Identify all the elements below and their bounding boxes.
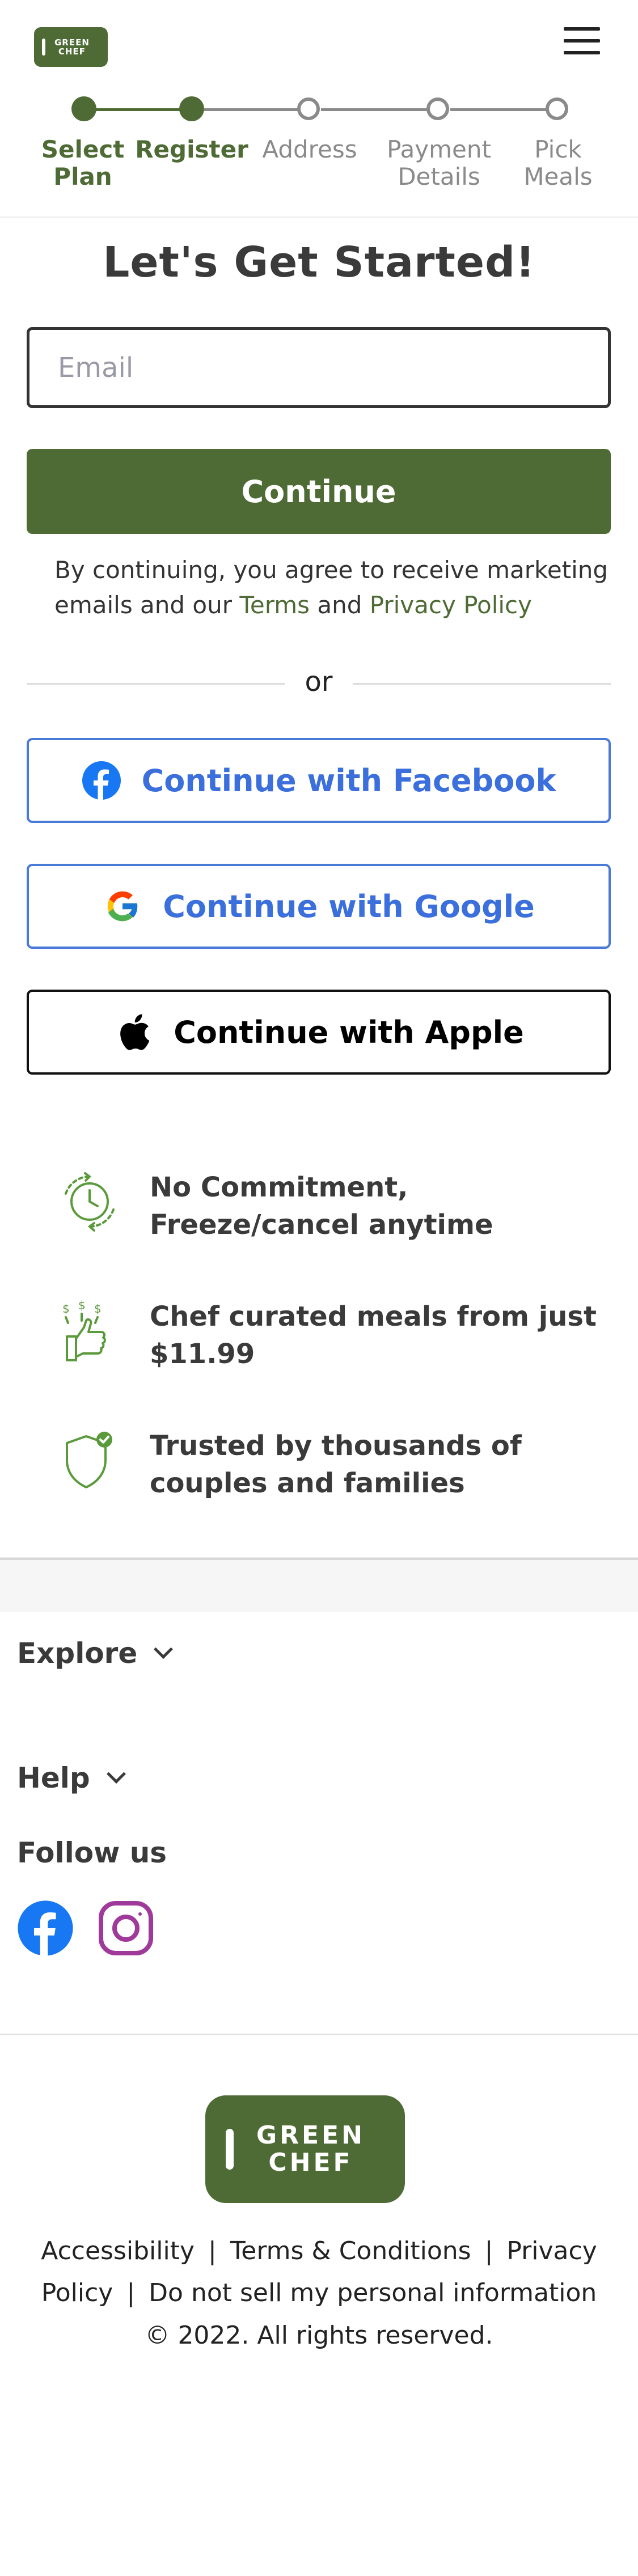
logo-text: GREEN CHEF [256, 2121, 365, 2177]
checkout-stepper: Select Plan Register Address Payment Detai… [0, 96, 638, 210]
site-header: GREEN CHEF [0, 0, 638, 91]
step-dot-register [179, 96, 204, 121]
step-connector [204, 108, 309, 111]
chevron-down-icon [106, 1764, 126, 1784]
step-connector [450, 108, 551, 111]
clock-cycle-icon [54, 1169, 122, 1237]
accessibility-link[interactable]: Accessibility [41, 2237, 195, 2265]
svg-text:$: $ [78, 1298, 86, 1312]
terms-conditions-link[interactable]: Terms & Conditions [230, 2237, 471, 2265]
continue-with-google-button[interactable]: Continue with Google [27, 864, 611, 949]
legal-links: Accessibility | Terms & Conditions | Privacy… [41, 2237, 597, 2307]
step-connector [84, 108, 192, 111]
step-connector [321, 108, 438, 111]
benefit-chef-curated: $ $ $ Chef curated meals from just $11.9… [54, 1298, 610, 1383]
header-divider [0, 217, 638, 218]
green-chef-logo[interactable]: GREEN CHEF [205, 2095, 405, 2203]
continue-with-facebook-button[interactable]: Continue with Facebook [27, 738, 611, 823]
step-dot-select-plan [71, 96, 96, 121]
shield-check-icon [54, 1427, 122, 1495]
or-divider: or [27, 666, 611, 700]
step-label-pick-meals: Pick Meals [523, 135, 593, 190]
page-title: Let's Get Started! [103, 238, 535, 287]
chevron-down-icon [154, 1640, 174, 1659]
instagram-icon[interactable] [98, 1900, 154, 1957]
continue-button[interactable]: Continue [27, 449, 611, 534]
green-chef-logo[interactable]: GREEN CHEF [34, 27, 108, 67]
logo-text: GREEN CHEF [54, 37, 90, 57]
step-label-select-plan[interactable]: Select Plan [26, 136, 140, 190]
step-dot-address [297, 97, 320, 120]
do-not-sell-link[interactable]: Do not sell my personal information [149, 2278, 597, 2307]
step-label-address: Address [262, 135, 357, 163]
footer-explore-toggle[interactable]: Explore [17, 1637, 174, 1670]
svg-text:$: $ [62, 1302, 70, 1315]
facebook-icon[interactable] [17, 1900, 74, 1957]
continue-with-apple-button[interactable]: Continue with Apple [27, 990, 611, 1075]
benefit-no-commitment: No Commitment, Freeze/cancel anytime [54, 1169, 610, 1254]
thumbs-up-money-icon: $ $ $ [54, 1298, 122, 1366]
footer-band [0, 1560, 638, 1612]
consent-text: By continuing, you agree to receive mark… [54, 556, 609, 619]
logo-bar [226, 2129, 234, 2170]
step-dot-pick-meals [546, 97, 568, 120]
step-label-payment-details: Payment Details [387, 135, 491, 190]
footer-help-toggle[interactable]: Help [17, 1762, 126, 1794]
hamburger-menu-icon[interactable] [561, 25, 602, 57]
footer-divider-2 [0, 2034, 638, 2035]
email-input[interactable] [27, 327, 611, 408]
follow-us-heading: Follow us [17, 1836, 167, 1869]
facebook-icon [82, 761, 121, 800]
terms-link[interactable]: Terms [239, 591, 310, 619]
logo-bar [42, 39, 45, 56]
copyright: © 2022. All rights reserved. [145, 2321, 493, 2350]
svg-text:$: $ [94, 1302, 102, 1315]
step-label-register: Register [135, 135, 248, 163]
apple-icon [113, 1012, 153, 1052]
privacy-policy-link[interactable]: Privacy Policy [370, 591, 532, 619]
step-dot-payment [426, 97, 449, 120]
benefit-trusted: Trusted by thousands of couples and fami… [54, 1427, 610, 1512]
google-icon [103, 886, 142, 926]
